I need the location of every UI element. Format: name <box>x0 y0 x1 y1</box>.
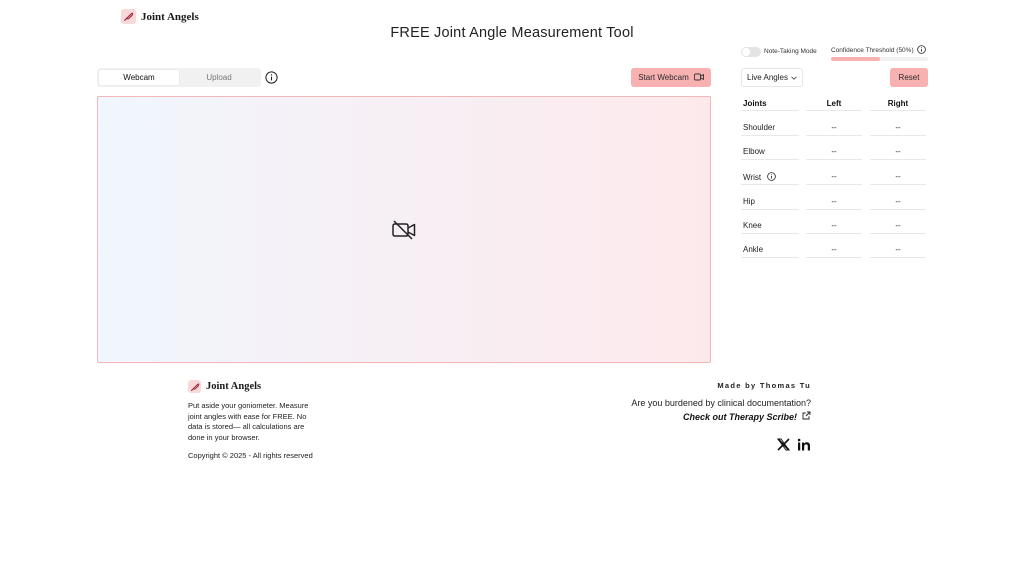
right-angle-value: -- <box>895 172 901 181</box>
left-angle-value: -- <box>831 147 837 156</box>
chevron-down-icon <box>791 73 797 82</box>
confidence-slider-fill <box>831 57 880 61</box>
left-angle-value: -- <box>831 221 837 230</box>
tab-webcam[interactable]: Webcam <box>99 70 179 85</box>
source-tabs: Webcam Upload <box>97 68 261 87</box>
footer-description: Put aside your goniometer. Measure joint… <box>188 401 309 443</box>
view-mode-value: Live Angles <box>747 73 788 82</box>
right-angle-value: -- <box>895 197 901 206</box>
start-webcam-label: Start Webcam <box>638 73 689 82</box>
x-icon[interactable] <box>777 438 790 456</box>
info-icon[interactable] <box>767 172 776 183</box>
note-taking-toggle[interactable] <box>741 47 761 57</box>
burden-text: Are you burdened by clinical documentati… <box>631 398 811 408</box>
column-header-right: Right <box>887 99 909 108</box>
left-angle-value: -- <box>831 245 837 254</box>
start-webcam-button[interactable]: Start Webcam <box>631 68 711 87</box>
joint-name: Shoulder <box>743 123 776 132</box>
joint-name: Knee <box>743 221 762 230</box>
brand-logo[interactable]: Joint Angels <box>121 9 199 24</box>
footer-logo[interactable]: Joint Angels <box>188 380 261 393</box>
joint-name: Wrist <box>743 172 776 183</box>
info-icon[interactable] <box>916 45 926 56</box>
right-angle-value: -- <box>895 123 901 132</box>
left-angle-value: -- <box>831 197 837 206</box>
video-camera-icon <box>693 73 704 83</box>
footer-brand-name: Joint Angels <box>206 381 262 392</box>
right-angle-value: -- <box>895 147 901 156</box>
note-taking-label: Note-Taking Mode <box>764 48 817 55</box>
view-mode-select[interactable]: Live Angles <box>741 68 803 87</box>
therapy-scribe-label: Check out Therapy Scribe! <box>682 411 797 422</box>
right-angle-value: -- <box>895 221 901 230</box>
confidence-label: Confidence Threshold (50%) <box>831 45 926 56</box>
column-header-left: Left <box>826 99 842 108</box>
confidence-slider[interactable] <box>831 57 928 61</box>
divider <box>741 110 799 111</box>
joint-name: Elbow <box>743 147 765 156</box>
left-angle-value: -- <box>831 123 837 132</box>
brand-name: Joint Angels <box>141 10 199 23</box>
column-header-joints: Joints <box>743 99 767 108</box>
copyright: Copyright © 2025 - All rights reserved <box>188 451 313 460</box>
made-by: Made by Thomas Tu <box>717 381 811 390</box>
feather-icon <box>121 9 136 24</box>
confidence-text: Confidence Threshold (50%) <box>831 47 914 54</box>
external-link-icon <box>802 411 811 422</box>
right-angle-value: -- <box>895 245 901 254</box>
tab-upload[interactable]: Upload <box>179 70 259 85</box>
info-icon[interactable] <box>265 71 278 89</box>
reset-button[interactable]: Reset <box>890 68 928 87</box>
page-title: FREE Joint Angle Measurement Tool <box>390 25 634 41</box>
divider <box>870 110 926 111</box>
feather-icon <box>188 380 201 393</box>
joint-name: Hip <box>743 197 756 206</box>
video-off-icon <box>392 220 416 245</box>
joint-name: Ankle <box>743 245 764 254</box>
linkedin-icon[interactable] <box>797 438 811 456</box>
video-preview <box>97 96 711 363</box>
divider <box>806 110 862 111</box>
therapy-scribe-link[interactable]: Check out Therapy Scribe! <box>683 411 811 422</box>
left-angle-value: -- <box>831 172 837 181</box>
